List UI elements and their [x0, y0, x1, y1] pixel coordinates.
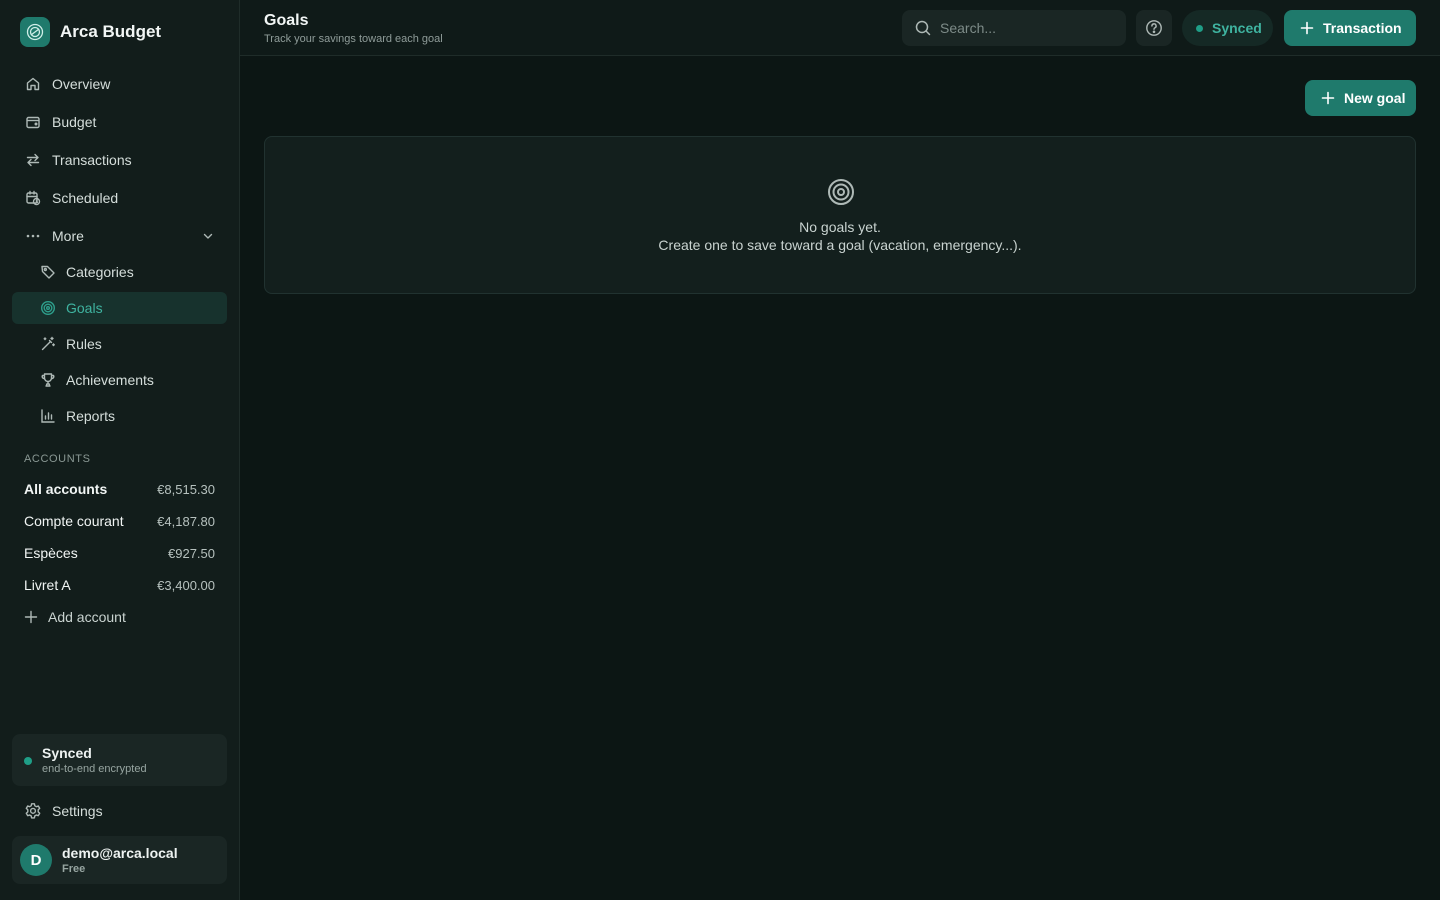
sidebar-item-budget[interactable]: Budget	[12, 106, 227, 138]
goals-empty-state: No goals yet. Create one to save toward …	[264, 136, 1416, 294]
brand-name: Arca Budget	[60, 22, 162, 41]
sidebar-item-label: Categories	[66, 264, 134, 280]
new-goal-label: New goal	[1344, 90, 1406, 106]
account-name: Compte courant	[24, 513, 124, 529]
sidebar-item-categories[interactable]: Categories	[12, 256, 227, 288]
sidebar-item-label: Scheduled	[52, 190, 119, 206]
account-row[interactable]: Compte courant €4,187.80	[24, 510, 215, 532]
account-balance: €927.50	[168, 545, 215, 561]
sidebar-item-label: Reports	[66, 408, 116, 424]
brand-logo-icon	[20, 17, 50, 47]
target-icon	[39, 299, 57, 317]
top-header: Goals Track your savings toward each goa…	[240, 0, 1440, 56]
sync-status-card: Synced end-to-end encrypted	[12, 734, 227, 786]
bar-chart-icon	[39, 407, 57, 425]
account-balance: €8,515.30	[157, 481, 215, 497]
add-account-label: Add account	[48, 609, 126, 625]
magic-wand-icon	[39, 335, 57, 353]
calendar-clock-icon	[24, 189, 42, 207]
help-button[interactable]	[1136, 10, 1172, 46]
target-icon	[826, 177, 856, 207]
tag-icon	[39, 263, 57, 281]
wallet-icon	[24, 113, 42, 131]
search-box[interactable]	[902, 10, 1126, 46]
sidebar-item-label: Settings	[52, 803, 103, 819]
sidebar-item-label: Overview	[52, 76, 111, 92]
account-balance: €4,187.80	[157, 513, 215, 529]
sync-status-label: Synced	[1212, 20, 1262, 36]
sync-status-dot	[1196, 24, 1203, 32]
account-name: Espèces	[24, 545, 78, 561]
user-email: demo@arca.local	[62, 845, 178, 861]
sync-status-dot	[24, 757, 32, 765]
add-transaction-button[interactable]: Transaction	[1284, 10, 1416, 46]
sidebar-item-scheduled[interactable]: Scheduled	[12, 182, 227, 214]
plus-icon	[24, 610, 38, 624]
empty-state-title: No goals yet.	[799, 219, 881, 235]
search-input[interactable]	[940, 20, 1100, 36]
account-name: All accounts	[24, 481, 108, 497]
sidebar-item-label: Transactions	[52, 152, 132, 168]
sidebar-item-settings[interactable]: Settings	[12, 795, 227, 827]
sidebar-item-label: Goals	[66, 300, 103, 316]
plus-icon	[1300, 21, 1314, 35]
trophy-icon	[39, 371, 57, 389]
sidebar: Arca Budget Overview Budget Transactions…	[0, 0, 240, 900]
sidebar-item-label: Rules	[66, 336, 102, 352]
question-circle-icon	[1145, 19, 1163, 37]
account-row[interactable]: Espèces €927.50	[24, 542, 215, 564]
empty-state-message: Create one to save toward a goal (vacati…	[658, 237, 1022, 253]
sidebar-item-label: Budget	[52, 114, 97, 130]
sidebar-item-achievements[interactable]: Achievements	[12, 364, 227, 396]
sidebar-item-goals[interactable]: Goals	[12, 292, 227, 324]
avatar: D	[20, 844, 52, 876]
sync-status-button[interactable]: Synced	[1182, 10, 1273, 46]
sidebar-item-more[interactable]: More	[12, 220, 227, 252]
home-icon	[24, 75, 42, 93]
plus-icon	[1321, 91, 1335, 105]
page-subtitle: Track your savings toward each goal	[264, 33, 443, 45]
account-balance: €3,400.00	[157, 577, 215, 593]
account-row-all[interactable]: All accounts €8,515.30	[24, 478, 215, 500]
search-icon	[914, 19, 932, 37]
more-dots-icon	[24, 227, 42, 245]
sidebar-item-reports[interactable]: Reports	[12, 400, 227, 432]
user-plan: Free	[62, 863, 86, 875]
brand[interactable]: Arca Budget	[20, 17, 161, 47]
sidebar-item-overview[interactable]: Overview	[12, 68, 227, 100]
sync-status-subtitle: end-to-end encrypted	[42, 763, 147, 775]
sync-status-title: Synced	[42, 745, 92, 761]
account-name: Livret A	[24, 577, 71, 593]
add-transaction-label: Transaction	[1323, 20, 1402, 36]
page-title: Goals	[264, 12, 309, 29]
gear-icon	[24, 802, 42, 820]
user-profile-card[interactable]: D demo@arca.local Free	[12, 836, 227, 884]
arrows-swap-icon	[24, 151, 42, 169]
sidebar-item-label: More	[52, 228, 84, 244]
accounts-section-label: ACCOUNTS	[24, 453, 91, 465]
add-account-button[interactable]: Add account	[24, 606, 126, 628]
account-row[interactable]: Livret A €3,400.00	[24, 574, 215, 596]
sidebar-item-rules[interactable]: Rules	[12, 328, 227, 360]
sidebar-item-transactions[interactable]: Transactions	[12, 144, 227, 176]
sidebar-item-label: Achievements	[66, 372, 154, 388]
new-goal-button[interactable]: New goal	[1305, 80, 1416, 116]
chevron-down-icon	[201, 229, 215, 243]
